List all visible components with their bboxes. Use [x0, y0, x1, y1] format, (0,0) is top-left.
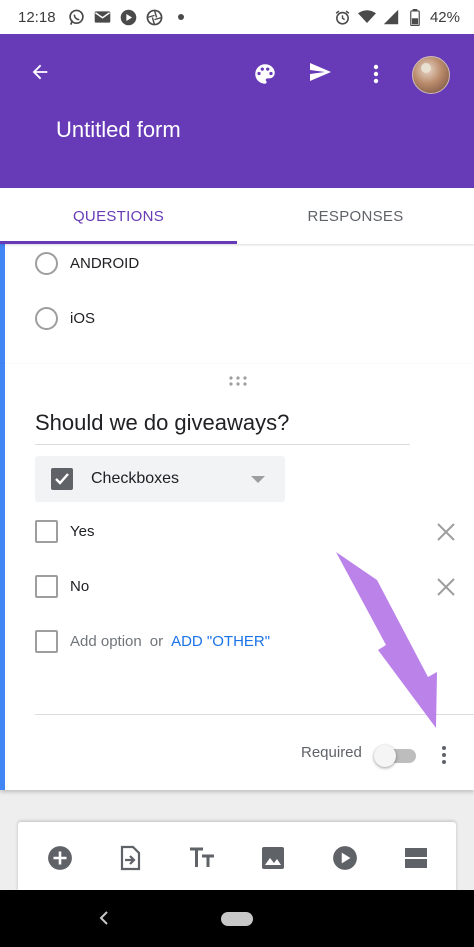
send-icon[interactable] [300, 52, 340, 92]
required-toggle[interactable] [374, 744, 416, 767]
app-bar: Untitled form [0, 34, 474, 188]
battery-icon [406, 8, 424, 26]
signal-icon [382, 8, 400, 26]
wifi-icon [357, 8, 376, 26]
or-label: or [149, 633, 164, 650]
alarm-icon [334, 8, 352, 26]
question-type-label: Checkboxes [91, 470, 180, 487]
question-type-dropdown[interactable]: Checkboxes [35, 456, 285, 502]
palette-icon[interactable] [245, 54, 285, 94]
system-nav-bar [0, 890, 474, 947]
required-label: Required [301, 744, 362, 761]
radio-option[interactable]: iOS [35, 307, 95, 330]
tab-bar: QUESTIONS RESPONSES [0, 188, 474, 244]
option-label: ANDROID [70, 255, 140, 272]
checkbox-option[interactable]: No [35, 575, 89, 598]
option-label[interactable]: No [70, 578, 89, 595]
add-video-icon[interactable] [331, 844, 359, 872]
add-title-icon[interactable] [188, 844, 216, 872]
card-accent [0, 364, 5, 790]
add-section-icon[interactable] [402, 844, 430, 872]
checkbox[interactable] [35, 575, 58, 598]
checkbox-checked-icon [51, 468, 73, 490]
status-time: 12:18 [18, 8, 56, 26]
import-questions-icon[interactable] [116, 844, 144, 872]
add-option-row[interactable]: Add option or ADD "OTHER" [35, 630, 270, 653]
aperture-icon [146, 8, 164, 26]
status-bar: 12:18 42% [0, 0, 474, 34]
tab-indicator [0, 241, 237, 244]
radio-button[interactable] [35, 252, 58, 275]
checkbox[interactable] [35, 520, 58, 543]
battery-percent: 42% [429, 8, 460, 26]
tab-questions[interactable]: QUESTIONS [0, 188, 237, 244]
checkbox-option[interactable]: Yes [35, 520, 94, 543]
option-label[interactable]: Yes [70, 523, 94, 540]
toggle-thumb [374, 745, 396, 767]
card-divider [35, 714, 474, 715]
question-card-active[interactable]: Should we do giveaways? Checkboxes Yes N… [0, 364, 474, 790]
add-question-icon[interactable] [46, 844, 74, 872]
more-vert-icon[interactable] [356, 54, 396, 94]
back-arrow-icon[interactable] [20, 52, 60, 92]
chevron-down-icon [251, 476, 265, 483]
media-icon [120, 8, 138, 26]
close-icon[interactable] [436, 577, 456, 597]
add-other-button[interactable]: ADD "OTHER" [171, 633, 270, 650]
checkbox [35, 630, 58, 653]
form-title[interactable]: Untitled form [56, 117, 181, 143]
add-image-icon[interactable] [259, 844, 287, 872]
radio-button[interactable] [35, 307, 58, 330]
whatsapp-icon [68, 8, 86, 26]
option-label: iOS [70, 310, 96, 327]
gmail-icon [94, 8, 112, 26]
more-vert-icon[interactable] [434, 742, 454, 768]
drag-handle-icon[interactable] [228, 374, 248, 386]
question-title-underline [35, 444, 410, 445]
form-content[interactable]: ANDROID iOS Should we do giveaways? Chec… [0, 244, 474, 890]
nav-back-icon[interactable] [96, 910, 112, 926]
nav-home-pill[interactable] [221, 912, 253, 926]
radio-option[interactable]: ANDROID [35, 252, 139, 275]
avatar[interactable] [412, 56, 450, 94]
question-title-input[interactable]: Should we do giveaways? [35, 410, 289, 436]
close-icon[interactable] [436, 522, 456, 542]
tab-responses[interactable]: RESPONSES [237, 188, 474, 244]
add-option-button[interactable]: Add option [70, 633, 142, 650]
dot-icon [172, 8, 190, 26]
add-item-toolbar [18, 822, 456, 890]
